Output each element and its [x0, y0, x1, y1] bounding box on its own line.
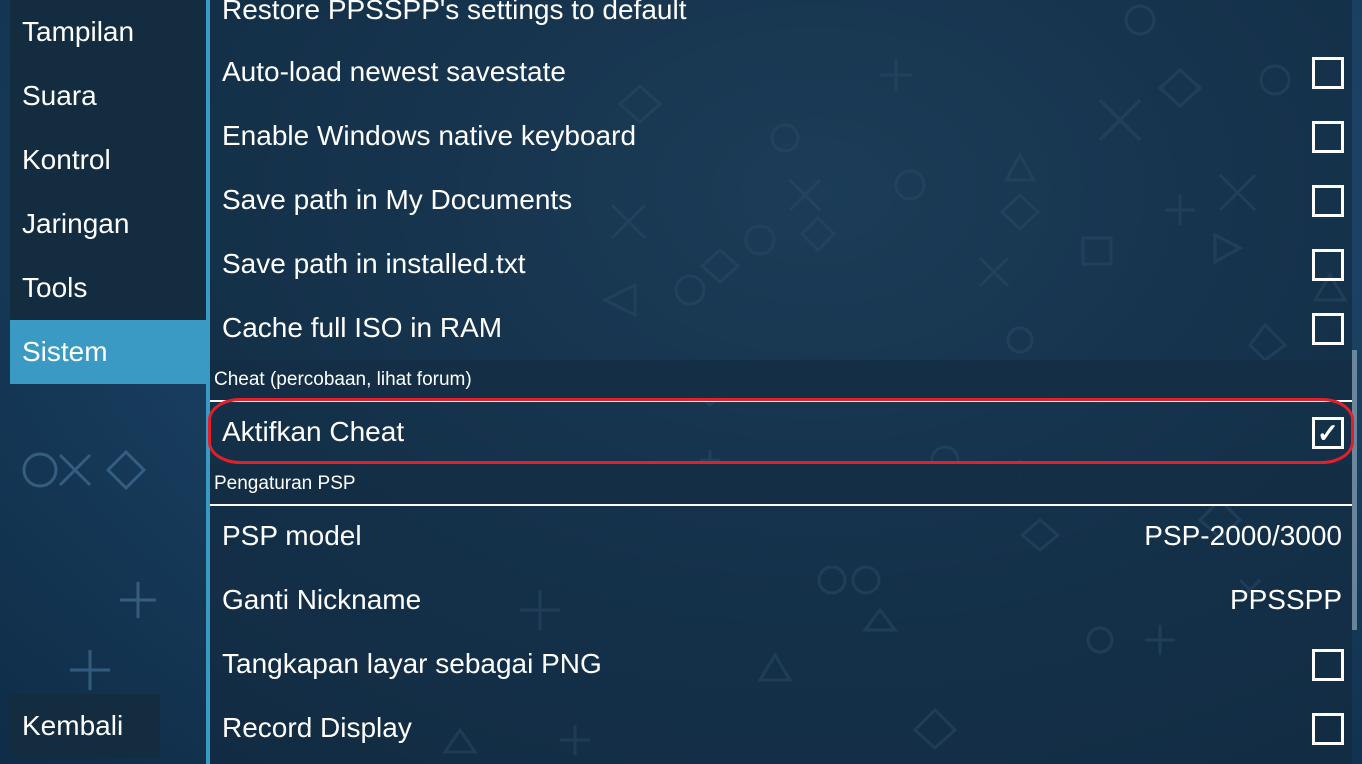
windows-native-keyboard-row[interactable]: Enable Windows native keyboard — [210, 104, 1352, 168]
checkbox[interactable] — [1312, 649, 1344, 681]
sidebar-item-tampilan[interactable]: Tampilan — [10, 0, 206, 64]
restore-settings-row[interactable]: Restore PPSSPP's settings to default — [210, 0, 1352, 42]
highlight-annotation — [208, 398, 1354, 464]
record-display-row[interactable]: Record Display — [210, 696, 1352, 760]
back-button[interactable]: Kembali — [10, 694, 160, 758]
nickname-value: PPSSPP — [1229, 584, 1342, 615]
scrollbar[interactable] — [1352, 350, 1357, 630]
row-label: Enable Windows native keyboard — [222, 120, 637, 151]
row-label: Save path in My Documents — [222, 184, 573, 215]
checkbox[interactable] — [1312, 249, 1344, 281]
psp-settings-header: Pengaturan PSP — [210, 464, 1352, 506]
save-path-installed-row[interactable]: Save path in installed.txt — [210, 232, 1352, 296]
section-header-label: Pengaturan PSP — [214, 473, 356, 494]
row-label: Tangkapan layar sebagai PNG — [222, 648, 602, 679]
row-label: Cache full ISO in RAM — [222, 312, 503, 343]
sidebar-item-suara[interactable]: Suara — [10, 64, 206, 128]
row-label: Save path in installed.txt — [222, 248, 526, 279]
psp-model-row[interactable]: PSP model PSP-2000/3000 — [210, 504, 1352, 568]
cache-iso-ram-row[interactable]: Cache full ISO in RAM — [210, 296, 1352, 360]
section-header-label: Cheat (percobaan, lihat forum) — [214, 369, 472, 390]
row-label: Ganti Nickname — [222, 584, 422, 615]
psp-model-value: PSP-2000/3000 — [1144, 520, 1342, 551]
sidebar-item-kontrol[interactable]: Kontrol — [10, 128, 206, 192]
sidebar: Tampilan Suara Kontrol Jaringan Tools Si… — [10, 0, 206, 384]
checkbox[interactable] — [1312, 185, 1344, 217]
row-label: PSP model — [222, 520, 362, 551]
checkbox[interactable] — [1312, 57, 1344, 89]
sidebar-item-jaringan[interactable]: Jaringan — [10, 192, 206, 256]
screenshot-png-row[interactable]: Tangkapan layar sebagai PNG — [210, 632, 1352, 696]
sidebar-item-tools[interactable]: Tools — [10, 256, 206, 320]
auto-load-savestate-row[interactable]: Auto-load newest savestate — [210, 40, 1352, 104]
settings-list: Restore PPSSPP's settings to default Aut… — [210, 0, 1352, 764]
row-label: Restore PPSSPP's settings to default — [222, 0, 687, 25]
nickname-row[interactable]: Ganti Nickname PPSSPP — [210, 568, 1352, 632]
sidebar-item-sistem[interactable]: Sistem — [10, 320, 206, 384]
save-path-documents-row[interactable]: Save path in My Documents — [210, 168, 1352, 232]
row-label: Record Display — [222, 712, 412, 743]
cheat-section-header: Cheat (percobaan, lihat forum) — [210, 360, 1352, 402]
checkbox[interactable] — [1312, 713, 1344, 745]
checkbox[interactable] — [1312, 313, 1344, 345]
checkbox[interactable] — [1312, 121, 1344, 153]
row-label: Auto-load newest savestate — [222, 56, 566, 87]
